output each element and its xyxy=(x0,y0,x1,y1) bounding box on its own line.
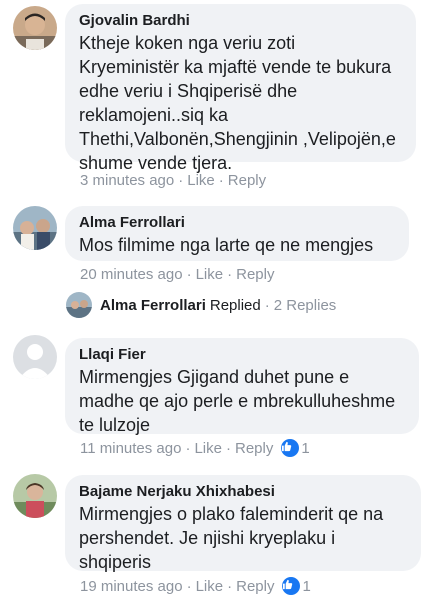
like-link[interactable]: Like xyxy=(194,440,222,457)
separator: · xyxy=(185,439,191,457)
comment-text-line: pershendet. Je njishi kryeplaku i xyxy=(79,528,336,548)
avatar[interactable] xyxy=(13,335,57,379)
separator: · xyxy=(186,577,192,595)
separator: · xyxy=(227,577,233,595)
comment-text-line: te lulzoje xyxy=(79,415,151,435)
comment-text-line: Mirmengjes Gjigand duhet pune e xyxy=(79,367,350,387)
comment-bubble: Llaqi Fier Mirmengjes Gjigand duhet pune… xyxy=(65,338,419,435)
comment-text-line: Mos filmime nga larte qe ne mengjes xyxy=(79,235,374,255)
comment-bubble: Alma Ferrollari Mos filmime nga larte qe… xyxy=(65,206,409,261)
comment-text-line: madhe qe ajo perle e mbrekulluheshme xyxy=(79,391,396,411)
avatar[interactable] xyxy=(13,474,57,518)
comment-text-line: Ktheje koken nga veriu zoti xyxy=(79,33,296,53)
reply-author[interactable]: Alma Ferrollari xyxy=(100,297,206,314)
separator: · xyxy=(178,172,184,189)
like-count[interactable]: 1 xyxy=(302,578,310,595)
comment-text-line: Kryeministër ka mjaftë vende te bukura xyxy=(79,57,392,77)
view-replies-link[interactable]: Alma Ferrollari Replied · 2 Replies xyxy=(66,292,336,318)
separator: · xyxy=(218,172,224,189)
comment-text-line: Mirmengjes o plako faleminderit qe na xyxy=(79,504,384,524)
like-link[interactable]: Like xyxy=(196,266,224,283)
like-count[interactable]: 1 xyxy=(301,440,309,457)
comment-timestamp[interactable]: 20 minutes ago xyxy=(80,266,183,283)
avatar[interactable] xyxy=(13,6,57,50)
comment-text-line: reklamojeni..siq ka xyxy=(79,105,229,125)
separator: · xyxy=(264,296,270,314)
reply-link[interactable]: Reply xyxy=(235,440,273,457)
avatar xyxy=(66,292,92,318)
thumbs-up-icon[interactable] xyxy=(282,577,301,595)
comment-meta: 11 minutes ago · Like · Reply 1 xyxy=(80,439,310,457)
comment-bubble: Bajame Nerjaku Xhixhabesi Mirmengjes o p… xyxy=(65,475,421,572)
avatar[interactable] xyxy=(13,206,57,250)
comment-meta: 20 minutes ago · Like · Reply xyxy=(80,266,274,283)
comment-text-line: edhe veriu i Shqiperisë dhe xyxy=(79,81,298,101)
reply-link[interactable]: Reply xyxy=(236,266,274,283)
replied-label: Replied xyxy=(209,296,261,314)
comment-author[interactable]: Gjovalin Bardhi xyxy=(79,12,402,29)
comment-meta: 19 minutes ago · Like · Reply 1 xyxy=(80,577,311,595)
reply-count[interactable]: 2 Replies xyxy=(274,297,337,314)
thumbs-up-icon[interactable] xyxy=(281,439,300,457)
comment-text-line: shqiperis xyxy=(79,552,152,572)
comment-timestamp[interactable]: 11 minutes ago xyxy=(80,440,181,457)
comment-author[interactable]: Llaqi Fier xyxy=(79,346,405,363)
comment-meta: 3 minutes ago · Like · Reply xyxy=(80,172,266,189)
reply-link[interactable]: Reply xyxy=(236,578,274,595)
comment-author[interactable]: Bajame Nerjaku Xhixhabesi xyxy=(79,483,407,500)
comment-timestamp[interactable]: 19 minutes ago xyxy=(80,578,183,595)
separator: · xyxy=(186,266,192,283)
comment-author[interactable]: Alma Ferrollari xyxy=(79,214,395,231)
comment-bubble: Gjovalin Bardhi Ktheje koken nga veriu z… xyxy=(65,4,416,173)
reply-link[interactable]: Reply xyxy=(228,172,266,189)
like-link[interactable]: Like xyxy=(196,578,224,595)
separator: · xyxy=(226,439,231,457)
like-link[interactable]: Like xyxy=(187,172,215,189)
comment-timestamp[interactable]: 3 minutes ago xyxy=(80,172,174,189)
comment-text-line: Thethi,Valbonën,Shengjinin ,Velipojën,e xyxy=(79,129,396,149)
separator: · xyxy=(227,266,233,283)
